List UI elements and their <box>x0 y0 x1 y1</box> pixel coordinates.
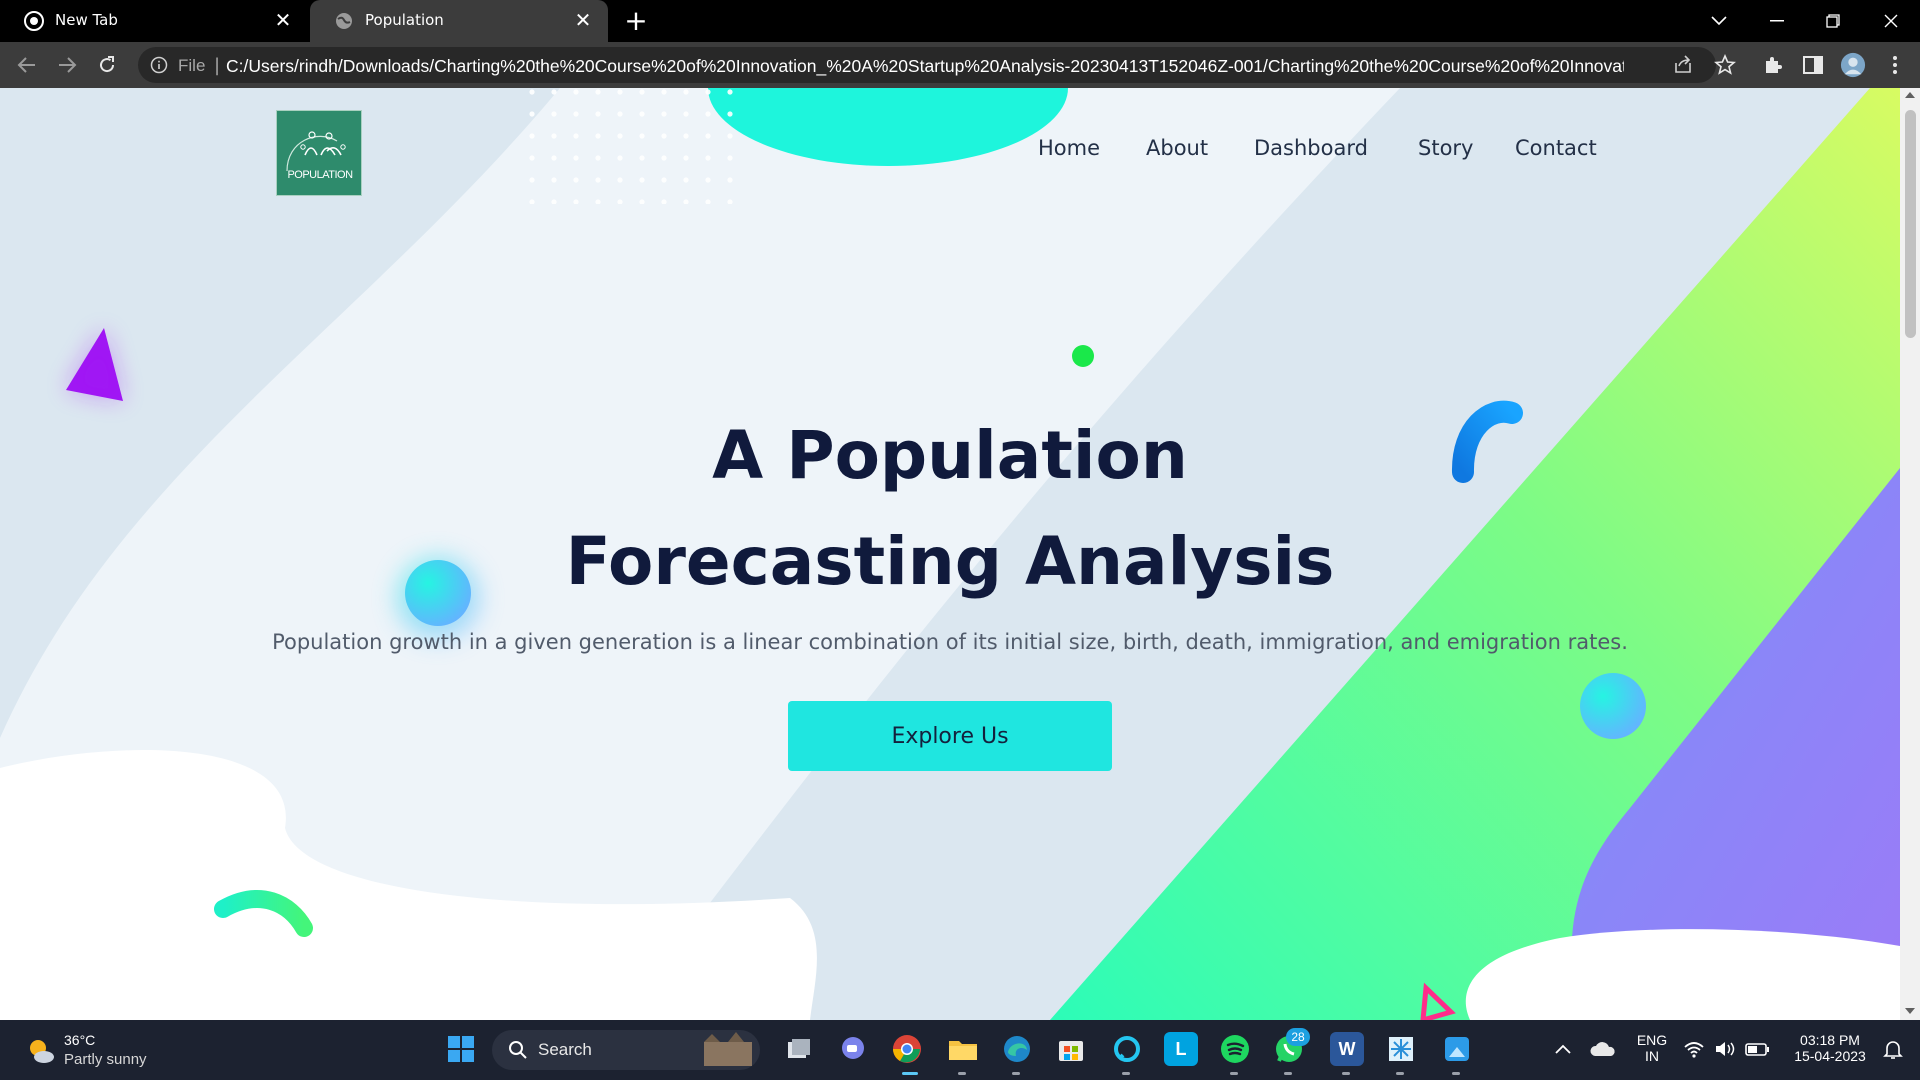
hero-title: A Population Forecasting Analysis <box>0 403 1900 615</box>
network-volume-battery-group[interactable] <box>1682 1032 1778 1066</box>
edge-icon[interactable] <box>1000 1032 1034 1066</box>
profile-avatar[interactable] <box>1840 52 1866 78</box>
site-info-icon[interactable] <box>150 56 168 74</box>
back-arrow-icon[interactable] <box>12 50 42 80</box>
reload-icon[interactable] <box>92 50 122 80</box>
running-indicator <box>1396 1072 1404 1075</box>
share-icon[interactable] <box>1672 54 1694 76</box>
scroll-up-arrow-icon[interactable] <box>1905 92 1915 98</box>
running-indicator <box>1012 1072 1020 1075</box>
partly-sunny-icon <box>30 1040 54 1063</box>
weather-condition: Partly sunny <box>64 1051 147 1068</box>
population-logo-icon <box>286 131 346 172</box>
alexa-icon[interactable] <box>1110 1032 1144 1066</box>
language-code: ENG <box>1636 1032 1668 1048</box>
restore-button[interactable] <box>1818 6 1848 36</box>
running-indicator <box>1122 1072 1130 1075</box>
clock-date: 15-04-2023 <box>1794 1048 1866 1064</box>
close-tab-icon[interactable]: ✕ <box>572 8 594 32</box>
page-viewport: POPULATION Home About Dashboard Story Co… <box>0 88 1900 1020</box>
url-text[interactable]: C:/Users/rindh/Downloads/Charting%20the%… <box>226 56 1624 77</box>
forward-arrow-icon[interactable] <box>52 50 82 80</box>
task-view-icon[interactable] <box>782 1032 816 1066</box>
chrome-icon <box>24 11 44 31</box>
scroll-down-arrow-icon[interactable] <box>1905 1008 1915 1014</box>
logo-text: POPULATION <box>287 169 353 181</box>
file-explorer-icon[interactable] <box>946 1032 980 1066</box>
active-app-indicator <box>902 1072 918 1075</box>
new-tab-button[interactable]: + <box>622 7 650 35</box>
running-indicator <box>1452 1072 1460 1075</box>
volume-icon <box>1716 1042 1735 1056</box>
scrollbar-thumb[interactable] <box>1905 110 1916 338</box>
site-logo[interactable]: POPULATION <box>276 110 362 196</box>
close-tab-icon[interactable]: ✕ <box>272 8 294 32</box>
tab-search-chevron-icon[interactable] <box>1704 6 1734 36</box>
browser-menu-icon[interactable] <box>1882 52 1908 78</box>
taskbar-search[interactable]: Search <box>492 1030 760 1070</box>
minimize-button[interactable] <box>1762 6 1792 36</box>
region-code: IN <box>1645 1048 1659 1064</box>
wifi-icon <box>1684 1042 1704 1058</box>
extensions-puzzle-icon[interactable] <box>1760 52 1786 78</box>
clock-time: 03:18 PM <box>1800 1032 1860 1048</box>
chrome-taskbar-icon[interactable] <box>890 1032 924 1066</box>
scheme-separator: | <box>214 55 221 76</box>
battery-icon <box>1745 1043 1769 1056</box>
nav-home[interactable]: Home <box>1038 136 1100 160</box>
clock[interactable]: 03:18 PM 15-04-2023 <box>1782 1032 1878 1064</box>
nav-story[interactable]: Story <box>1418 136 1473 160</box>
hero-subtitle: Population growth in a given generation … <box>272 630 1628 654</box>
address-bar[interactable]: File | C:/Users/rindh/Downloads/Charting… <box>138 47 1716 83</box>
teams-chat-icon[interactable] <box>836 1032 870 1066</box>
hero-title-line2: Forecasting Analysis <box>565 523 1335 600</box>
explore-us-button[interactable]: Explore Us <box>788 701 1112 771</box>
tab-title: New Tab <box>55 11 118 29</box>
language-indicator[interactable]: ENG IN <box>1630 1032 1674 1064</box>
running-indicator <box>1284 1072 1292 1075</box>
close-window-button[interactable] <box>1876 6 1906 36</box>
browser-toolbar: File | C:/Users/rindh/Downloads/Charting… <box>0 42 1920 88</box>
notification-bell-icon[interactable] <box>1876 1032 1910 1066</box>
search-highlight-image <box>704 1032 752 1066</box>
lens-l-app-icon[interactable]: L <box>1164 1032 1198 1066</box>
weather-temp: 36°C <box>64 1032 96 1048</box>
windows-taskbar: 36°C Partly sunny Search L 28 W ENG IN 0… <box>0 1020 1920 1080</box>
search-label: Search <box>538 1040 592 1059</box>
tab-population[interactable]: Population ✕ <box>310 0 608 42</box>
side-panel-icon[interactable] <box>1800 52 1826 78</box>
tab-strip: New Tab ✕ Population ✕ + <box>0 0 1920 42</box>
spotify-icon[interactable] <box>1218 1032 1252 1066</box>
start-windows-icon[interactable] <box>444 1032 478 1066</box>
onedrive-cloud-icon[interactable] <box>1586 1032 1620 1066</box>
whatsapp-notification-badge: 28 <box>1286 1028 1310 1046</box>
bookmark-star-icon[interactable] <box>1712 52 1738 78</box>
weather-widget[interactable]: 36°C Partly sunny <box>26 1032 206 1072</box>
scheme-label: File <box>178 56 206 75</box>
search-icon <box>509 1041 527 1059</box>
page-scrollbar[interactable] <box>1900 88 1920 1020</box>
hero-title-line1: A Population <box>712 417 1188 494</box>
running-indicator <box>1230 1072 1238 1075</box>
nav-dashboard[interactable]: Dashboard <box>1254 136 1368 160</box>
microsoft-store-icon[interactable] <box>1054 1032 1088 1066</box>
nav-contact[interactable]: Contact <box>1515 136 1597 160</box>
tab-title: Population <box>365 11 444 29</box>
nav-about[interactable]: About <box>1146 136 1208 160</box>
tab-new-tab[interactable]: New Tab ✕ <box>0 0 308 42</box>
snipping-tool-icon[interactable] <box>1384 1032 1418 1066</box>
photos-editor-icon[interactable] <box>1440 1032 1474 1066</box>
tray-overflow-chevron-icon[interactable] <box>1546 1032 1580 1066</box>
word-icon[interactable]: W <box>1330 1032 1364 1066</box>
running-indicator <box>1342 1072 1350 1075</box>
running-indicator <box>958 1072 966 1075</box>
globe-icon <box>336 13 352 29</box>
